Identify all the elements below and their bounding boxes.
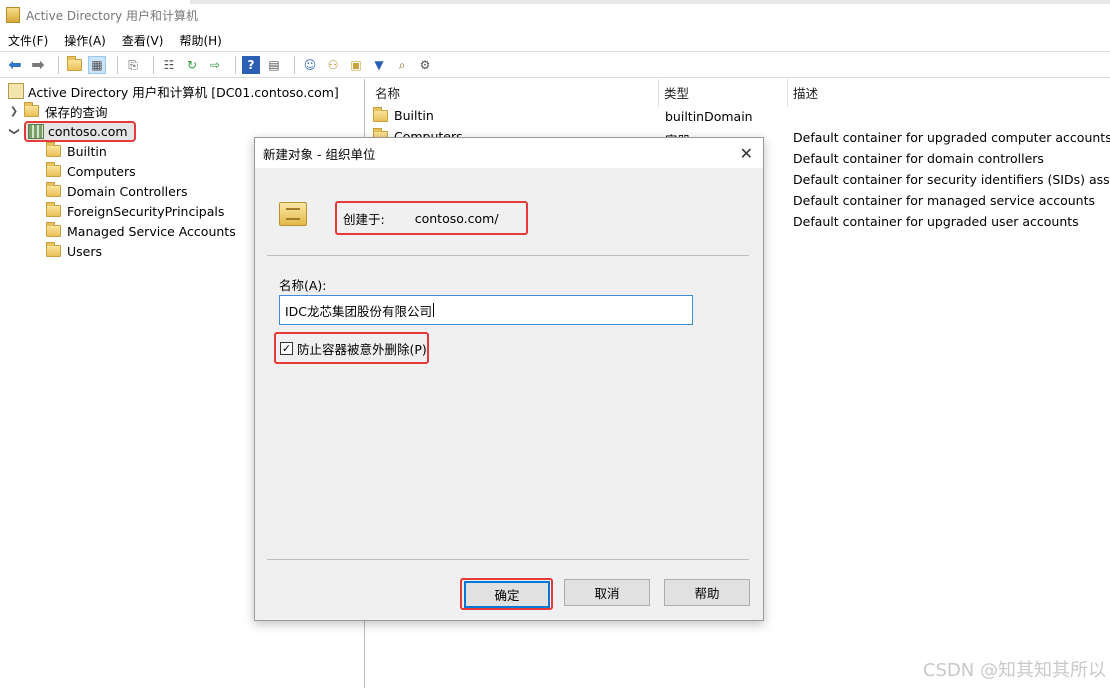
created-in-label: 创建于:: [343, 211, 385, 227]
menubar: 文件(F) 操作(A) 查看(V) 帮助(H): [0, 30, 1110, 50]
toolbar-separator: [153, 55, 154, 74]
menu-view[interactable]: 查看(V): [122, 32, 164, 49]
chevron-right-icon[interactable]: ❯: [8, 106, 20, 117]
tree-saved-queries-label: 保存的查询: [45, 104, 108, 120]
new-ou-icon[interactable]: ▣: [347, 56, 365, 74]
checkbox-checked-icon[interactable]: ✓: [280, 341, 293, 355]
tree-item-computers[interactable]: Computers: [46, 161, 136, 181]
toolbar: ⬅ ➡ ▦ ⎘ ☷ ↻ ⇨ ? ▤ ☺ ⚇ ▣ ▼ ⌕ ⚙: [0, 51, 1110, 78]
tree-item-builtin[interactable]: Builtin: [46, 141, 107, 161]
delegate-icon[interactable]: ⚙: [416, 56, 434, 74]
folder-icon: [373, 106, 388, 122]
tree-item-label: Users: [67, 243, 103, 259]
close-icon[interactable]: ✕: [740, 144, 753, 163]
new-group-icon[interactable]: ⚇: [324, 56, 342, 74]
filter-icon[interactable]: ▼: [370, 56, 388, 74]
toolbar-separator: [58, 55, 59, 74]
tree-item-managed-service-accounts[interactable]: Managed Service Accounts: [46, 221, 236, 241]
column-divider[interactable]: [787, 79, 788, 107]
forward-icon[interactable]: ➡: [29, 56, 47, 74]
created-in-highlight: 创建于: contoso.com/: [335, 201, 528, 235]
dialog-titlebar: 新建对象 - 组织单位: [255, 138, 763, 168]
tree-item-label: Computers: [67, 163, 136, 179]
console-tree-icon[interactable]: ▦: [88, 55, 106, 74]
list-item-description: Default container for managed service ac…: [793, 193, 1096, 208]
properties-icon[interactable]: ☷: [160, 56, 178, 74]
column-header-description[interactable]: 描述: [793, 83, 818, 102]
find-icon[interactable]: ⌕: [393, 56, 411, 74]
folder-icon: [46, 242, 61, 257]
ad-root-icon: [8, 83, 24, 99]
ou-name-value: IDC龙芯集团股份有限公司: [285, 303, 433, 319]
organizational-unit-icon: [279, 202, 307, 226]
tree-item-label: Builtin: [67, 143, 107, 159]
help-icon[interactable]: ?: [242, 55, 260, 74]
column-header-type[interactable]: 类型: [664, 83, 689, 102]
tree-domain-label: contoso.com: [48, 123, 128, 139]
ou-name-input[interactable]: IDC龙芯集团股份有限公司: [279, 295, 693, 325]
menu-help[interactable]: 帮助(H): [179, 32, 221, 49]
protect-checkbox-highlight[interactable]: ✓ 防止容器被意外删除(P): [274, 332, 429, 364]
toolbar-separator: [294, 55, 295, 74]
window-title: Active Directory 用户和计算机: [26, 8, 199, 23]
tree-item-domain-controllers[interactable]: Domain Controllers: [46, 181, 187, 201]
list-item[interactable]: Builtin: [373, 106, 434, 123]
column-header-name[interactable]: 名称: [375, 83, 400, 102]
menu-file[interactable]: 文件(F): [8, 32, 48, 49]
column-divider[interactable]: [658, 79, 659, 107]
tree-domain[interactable]: ❯ contoso.com: [8, 120, 136, 142]
name-label: 名称(A):: [279, 278, 327, 293]
created-in-value: contoso.com/: [414, 210, 499, 226]
toolbar-separator: [235, 55, 236, 74]
folder-icon: [24, 102, 39, 117]
list-item-type: builtinDomain: [665, 109, 753, 124]
folder-icon: [46, 142, 61, 157]
tree-root-label: Active Directory 用户和计算机 [DC01.contoso.co…: [28, 84, 339, 100]
toolbar-separator: [117, 55, 118, 74]
folder-icon: [46, 222, 61, 237]
protect-checkbox-label[interactable]: 防止容器被意外删除(P): [297, 339, 427, 358]
dialog-title: 新建对象 - 组织单位: [263, 146, 376, 162]
tree-saved-queries[interactable]: ❯ 保存的查询: [8, 101, 108, 121]
refresh-icon[interactable]: ↻: [183, 56, 201, 74]
window-titlebar: Active Directory 用户和计算机: [0, 0, 1110, 30]
show-hide-icon[interactable]: ▤: [265, 56, 283, 74]
export-icon[interactable]: ⇨: [206, 56, 224, 74]
tree-item-label: Domain Controllers: [67, 183, 188, 199]
text-caret: [433, 303, 435, 317]
app-icon: [6, 7, 20, 23]
domain-icon: [28, 123, 44, 139]
watermark: CSDN @知其知其所以: [922, 660, 1106, 681]
new-ou-dialog: 新建对象 - 组织单位 ✕ 创建于: contoso.com/ 名称(A): I…: [254, 137, 764, 621]
tree-item-users[interactable]: Users: [46, 241, 102, 261]
copy-icon[interactable]: ⎘: [124, 56, 142, 74]
folder-icon: [46, 202, 61, 217]
titlebar-strip: [190, 0, 1110, 4]
divider: [267, 255, 749, 256]
chevron-down-icon[interactable]: ❯: [9, 125, 20, 137]
back-icon[interactable]: ⬅: [6, 56, 24, 74]
domain-selected-highlight[interactable]: contoso.com: [24, 120, 136, 142]
ok-button[interactable]: 确定: [464, 581, 550, 608]
cancel-button[interactable]: 取消: [564, 579, 650, 606]
menu-action[interactable]: 操作(A): [64, 32, 106, 49]
list-item-description: Default container for upgraded user acco…: [793, 214, 1079, 229]
tree-item-label: ForeignSecurityPrincipals: [67, 203, 225, 219]
list-item-description: Default container for upgraded computer …: [793, 130, 1110, 145]
divider: [267, 559, 749, 560]
help-button[interactable]: 帮助: [664, 579, 750, 606]
tree-item-foreign-security-principals[interactable]: ForeignSecurityPrincipals: [46, 201, 224, 221]
folder-icon: [46, 182, 61, 197]
list-item-description: Default container for security identifie…: [793, 172, 1110, 187]
tree-root[interactable]: Active Directory 用户和计算机 [DC01.contoso.co…: [8, 81, 339, 101]
list-item-name: Builtin: [394, 108, 434, 123]
tree-item-label: Managed Service Accounts: [67, 223, 236, 239]
up-folder-icon[interactable]: [65, 55, 83, 74]
folder-icon: [46, 162, 61, 177]
new-user-icon[interactable]: ☺: [301, 56, 319, 74]
list-item-description: Default container for domain controllers: [793, 151, 1044, 166]
